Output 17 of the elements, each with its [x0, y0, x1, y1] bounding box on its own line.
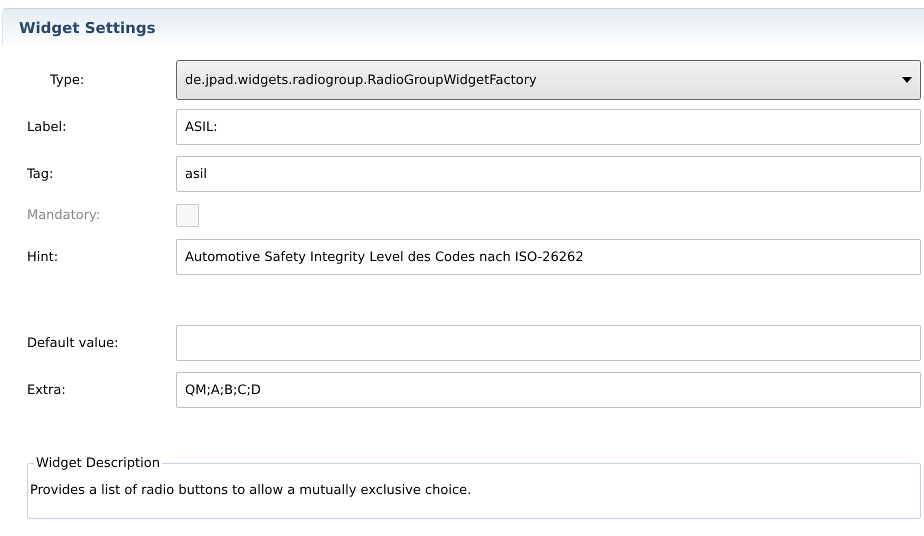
field-label: Extra: [27, 382, 67, 398]
field-label: Label: [27, 120, 68, 134]
group-title: Widget Description [35, 456, 161, 471]
input-field[interactable] [176, 325, 921, 361]
field-label: Tag: [27, 166, 54, 182]
field-label: Hint: [27, 250, 60, 264]
field-label: Default value: [27, 336, 120, 350]
field-label: Mandatory: [27, 208, 102, 223]
input-field[interactable]: QM;A;B;C;D [176, 372, 921, 408]
section-title: Widget Settings [19, 18, 156, 36]
description-text: Provides a list of radio buttons to allow a mutually exclusive choice. [30, 483, 472, 498]
input-field[interactable]: asil [176, 156, 921, 192]
input-field[interactable]: Automotive Safety Integrity Level des Codes nach ISO-26262 [176, 239, 921, 275]
type-dropdown[interactable]: de.jpad.widgets.radiogroup.RadioGroupWidgetFactory [176, 60, 921, 100]
caret-icon [902, 77, 912, 83]
field-label: Type: [49, 72, 86, 88]
input-field[interactable]: ASIL: [176, 109, 921, 145]
